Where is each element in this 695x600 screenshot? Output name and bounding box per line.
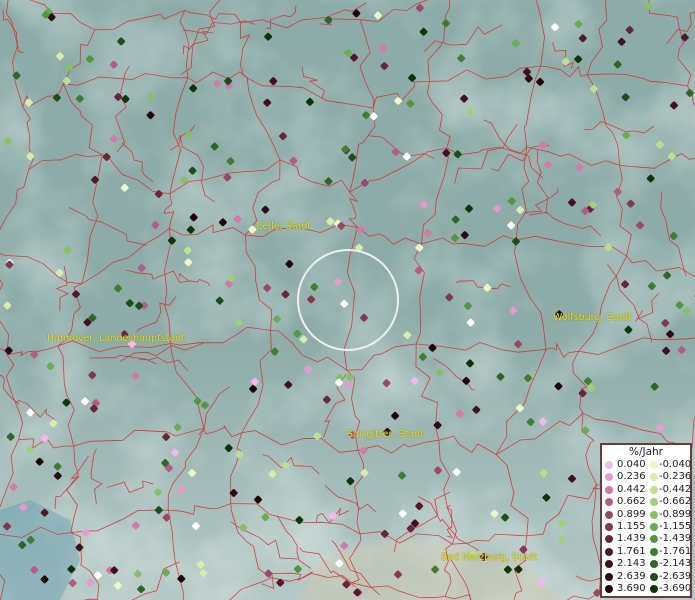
legend-value-negative: -2.143 <box>659 558 692 570</box>
legend-value-negative: -2.639 <box>659 570 692 582</box>
legend-value-positive: 3.690 <box>617 583 646 594</box>
legend-swatch-negative <box>650 572 658 581</box>
legend-row: 2.143 -2.143 <box>604 558 692 570</box>
legend-value-positive: 0.899 <box>617 508 646 520</box>
legend-row: 2.639 -2.639 <box>604 570 692 583</box>
legend-value-positive: 0.236 <box>617 471 646 483</box>
legend-value-negative: -0.662 <box>659 496 692 508</box>
legend-title: %/Jahr <box>628 446 664 458</box>
legend-swatch-negative <box>650 535 658 544</box>
legend-value-positive: 0.442 <box>617 483 646 495</box>
legend-value-positive: 2.143 <box>617 558 646 570</box>
legend-value-negative: -1.155 <box>659 521 692 532</box>
city-label-hannover: Hannover, Landeshauptstadt <box>47 333 186 344</box>
city-label-celle: Celle, Stadt <box>256 221 311 232</box>
legend-swatch-negative <box>650 560 658 569</box>
legend-row: 1.761 -1.761 <box>604 545 692 558</box>
legend-value-negative: -0.236 <box>659 471 692 483</box>
legend-row: 0.442 -0.442 <box>604 483 692 496</box>
legend-swatch-positive <box>605 498 613 507</box>
legend-row: 0.236 -0.236 <box>604 471 692 483</box>
legend-value-positive: 1.439 <box>617 533 646 545</box>
legend-value-negative: -1.761 <box>659 545 692 557</box>
legend-swatch-negative <box>650 510 658 519</box>
legend-row: 3.690 -3.690 <box>604 583 692 595</box>
legend-swatch-positive <box>605 572 613 581</box>
legend-swatch-positive <box>605 547 613 556</box>
legend: %/Jahr 0.040 -0.040 0.236 -0.236 0.442 -0.442… <box>600 443 692 598</box>
legend-swatch-negative <box>650 547 658 556</box>
legend-swatch-negative <box>650 585 658 593</box>
legend-swatch-negative <box>650 485 658 494</box>
legend-swatch-negative <box>650 498 658 507</box>
legend-value-negative: -3.690 <box>659 583 692 594</box>
legend-value-positive: 0.662 <box>617 496 646 508</box>
legend-swatch-negative <box>650 523 658 531</box>
legend-value-positive: 2.639 <box>617 570 646 582</box>
legend-swatch-negative <box>650 461 658 469</box>
city-label-bad-harzburg: Bad Harzburg, Stadt <box>441 552 538 563</box>
legend-row: 0.040 -0.040 <box>604 459 692 471</box>
legend-value-positive: 1.155 <box>617 521 646 532</box>
legend-row: 0.662 -0.662 <box>604 496 692 508</box>
legend-swatch-negative <box>650 473 658 482</box>
legend-swatch-positive <box>605 585 613 593</box>
legend-value-negative: -0.040 <box>659 459 692 470</box>
legend-row: 0.899 -0.899 <box>604 508 692 521</box>
legend-row: 1.155 -1.155 <box>604 521 692 533</box>
legend-value-negative: -0.899 <box>659 508 692 520</box>
legend-swatch-positive <box>605 523 613 531</box>
legend-swatch-positive <box>605 485 613 494</box>
legend-value-negative: -0.442 <box>659 483 692 495</box>
legend-value-positive: 0.040 <box>617 459 646 470</box>
legend-swatch-positive <box>605 510 613 519</box>
city-label-salzgitter: Salzgitter, Stadt <box>347 429 424 440</box>
legend-value-negative: -1.439 <box>659 533 692 545</box>
legend-row: 1.439 -1.439 <box>604 533 692 545</box>
city-label-wolfsburg: Wolfsburg, Stadt <box>553 312 632 323</box>
legend-swatch-positive <box>605 560 613 569</box>
legend-value-positive: 1.761 <box>617 545 646 557</box>
map-canvas[interactable] <box>0 0 695 600</box>
legend-swatch-positive <box>605 461 613 469</box>
legend-swatch-positive <box>605 473 613 482</box>
legend-swatch-positive <box>605 535 613 544</box>
